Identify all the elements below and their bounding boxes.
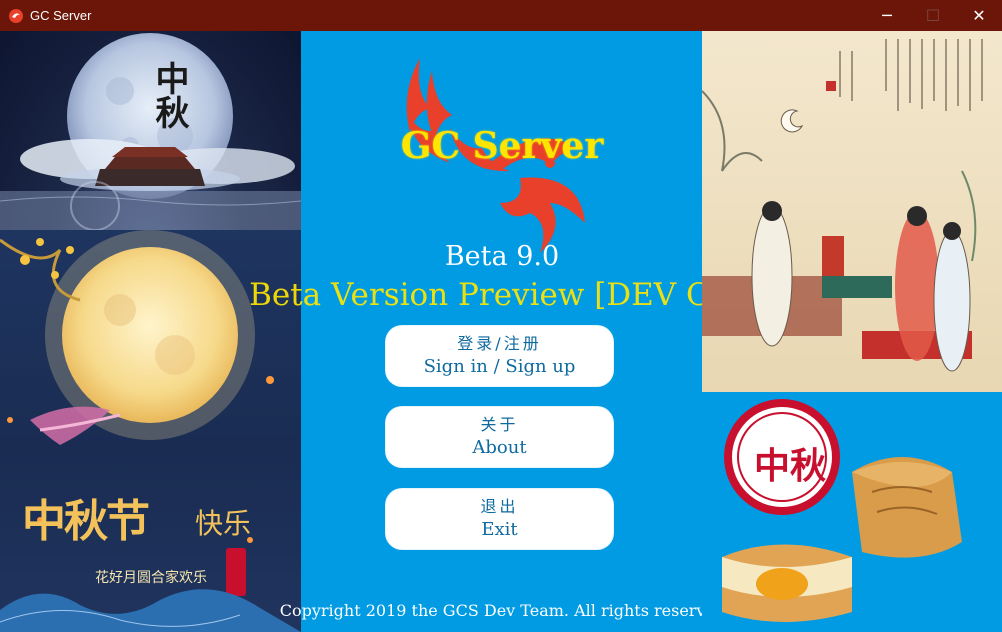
title-bar[interactable]: GC Server ─ ☐ ✕ — [0, 0, 1002, 31]
app-logo-icon — [9, 8, 23, 23]
minimize-button[interactable]: ─ — [864, 0, 910, 31]
maximize-button[interactable]: ☐ — [910, 0, 956, 31]
app-name: GC Server — [400, 125, 604, 167]
ancient-painting-image — [702, 31, 1002, 392]
minimize-icon: ─ — [882, 6, 892, 25]
sign-in-label-en: Sign in / Sign up — [423, 356, 576, 377]
close-icon: ✕ — [972, 6, 986, 25]
window-title: GC Server — [30, 8, 92, 23]
about-label-en: About — [472, 437, 527, 458]
sign-in-button[interactable]: 登录/注册 Sign in / Sign up — [386, 326, 613, 386]
copyright-text: Copyright 2019 the GCS Dev Team. All rig… — [279, 601, 731, 620]
moon-calligraphy-text: 中秋 — [149, 61, 189, 129]
mooncake-image: 中秋 — [702, 392, 1002, 632]
mooncake-icon — [722, 399, 962, 622]
maximize-icon: ☐ — [925, 6, 941, 25]
festival-tagline: 花好月圆合家欢乐 — [95, 570, 207, 586]
festival-headline: 中秋节 — [22, 496, 150, 547]
main-panel: 中秋 中秋节 快乐 花好月圆合家欢乐 GC Server Beta 9.0 Be… — [0, 31, 1002, 632]
exit-button[interactable]: 退出 Exit — [386, 489, 613, 549]
about-button[interactable]: 关于 About — [386, 407, 613, 467]
exit-label-en: Exit — [481, 519, 518, 540]
close-button[interactable]: ✕ — [956, 0, 1002, 31]
festival-headline-suffix: 快乐 — [195, 507, 252, 540]
mooncake-stamp-text: 中秋 — [754, 445, 827, 487]
sign-in-label-zh: 登录/注册 — [457, 334, 542, 353]
about-label-zh: 关于 — [480, 415, 519, 434]
mid-autumn-moon-image: 中秋 — [0, 31, 301, 230]
exit-label-zh: 退出 — [480, 497, 519, 516]
ancient-painting-icon — [702, 39, 983, 372]
version-label: Beta 9.0 — [444, 241, 560, 272]
